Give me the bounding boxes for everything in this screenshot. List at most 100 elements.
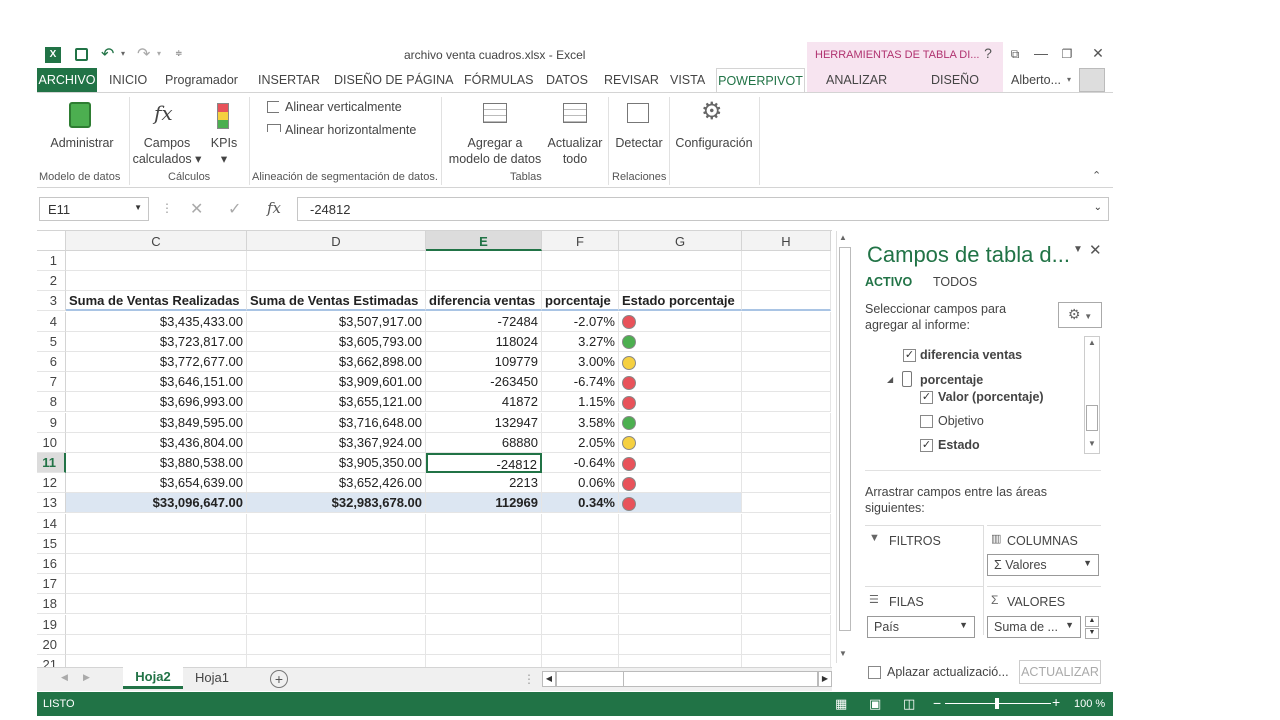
cell-e4[interactable]: -72484 xyxy=(426,311,542,332)
cell-c5[interactable]: $3,723,817.00 xyxy=(66,331,247,352)
cell-f4[interactable]: -2.07% xyxy=(542,311,619,332)
cell-c6[interactable]: $3,772,677.00 xyxy=(66,352,247,372)
cell-g14[interactable] xyxy=(619,513,742,534)
cell-d20[interactable] xyxy=(247,634,426,655)
cell-g3[interactable]: Estado porcentaje xyxy=(619,291,742,312)
cell-c13[interactable]: $33,096,647.00 xyxy=(66,493,247,514)
cell-f19[interactable] xyxy=(542,614,619,635)
row-header-14[interactable]: 14 xyxy=(37,513,66,534)
tab-insertar[interactable]: INSERTAR xyxy=(258,73,320,87)
ribbon-display-icon[interactable]: ⧉ xyxy=(1005,47,1025,62)
cell-e12[interactable]: 2213 xyxy=(426,473,542,494)
cell-c15[interactable] xyxy=(66,533,247,554)
row-header-6[interactable]: 6 xyxy=(37,352,66,372)
tab-split-handle[interactable]: ⋮ xyxy=(523,672,535,686)
scroll-down-icon[interactable]: ▼ xyxy=(839,649,847,658)
valores-column-chip[interactable]: Σ Valores ▼ xyxy=(987,554,1099,576)
row-header-10[interactable]: 10 xyxy=(37,432,66,453)
user-name[interactable]: Alberto... xyxy=(1011,73,1061,87)
redo-icon[interactable]: ↷ xyxy=(137,44,150,64)
restore-icon[interactable]: ❐ xyxy=(1057,47,1077,61)
field-list-settings-button[interactable]: ⚙ ▼ xyxy=(1058,302,1102,328)
cell-e8[interactable]: 41872 xyxy=(426,392,542,413)
tab-revisar[interactable]: REVISAR xyxy=(604,73,659,87)
tab-vista[interactable]: VISTA xyxy=(670,73,705,87)
cell-g5[interactable] xyxy=(619,331,742,352)
tab-inicio[interactable]: INICIO xyxy=(109,73,147,87)
col-header-f[interactable]: F xyxy=(542,231,619,251)
col-header-g[interactable]: G xyxy=(619,231,742,251)
cell-e10[interactable]: 68880 xyxy=(426,432,542,453)
row-header-15[interactable]: 15 xyxy=(37,533,66,554)
cell-d19[interactable] xyxy=(247,614,426,635)
actualizar-todo-button[interactable]: Actualizar todo xyxy=(545,135,605,167)
pane-tab-todos[interactable]: TODOS xyxy=(933,275,977,289)
value-scroll-up-icon[interactable]: ▲ xyxy=(1085,616,1099,627)
cell-g2[interactable] xyxy=(619,271,742,292)
cell-e15[interactable] xyxy=(426,533,542,554)
tab-datos[interactable]: DATOS xyxy=(546,73,588,87)
cell-c14[interactable] xyxy=(66,513,247,534)
customize-qat-icon[interactable]: ≑ xyxy=(175,48,183,59)
administrar-button[interactable]: Administrar xyxy=(47,135,117,151)
col-header-e[interactable]: E xyxy=(426,231,542,251)
cell-g10[interactable] xyxy=(619,432,742,453)
cell-f16[interactable] xyxy=(542,554,619,574)
field-scroll-up-icon[interactable]: ▲ xyxy=(1088,338,1096,347)
tab-formulas[interactable]: FÓRMULAS xyxy=(464,73,533,87)
cell-d14[interactable] xyxy=(247,513,426,534)
actualizar-button[interactable]: ACTUALIZAR xyxy=(1019,660,1101,684)
enter-icon[interactable]: ✓ xyxy=(228,199,241,219)
cell-d3[interactable]: Suma de Ventas Estimadas xyxy=(247,291,426,312)
cell-g1[interactable] xyxy=(619,251,742,271)
pane-options-icon[interactable]: ▼ xyxy=(1073,244,1083,255)
cell-h10[interactable] xyxy=(742,432,831,453)
zoom-in-icon[interactable]: + xyxy=(1052,694,1060,710)
cell-e7[interactable]: -263450 xyxy=(426,372,542,393)
cell-f18[interactable] xyxy=(542,594,619,615)
cell-c3[interactable]: Suma de Ventas Realizadas xyxy=(66,291,247,312)
col-header-h[interactable]: H xyxy=(742,231,831,251)
cell-f13[interactable]: 0.34% xyxy=(542,493,619,514)
cell-e9[interactable]: 132947 xyxy=(426,412,542,433)
checkbox-diferencia[interactable]: ✓ xyxy=(903,349,916,362)
checkbox-valor[interactable]: ✓ xyxy=(920,391,933,404)
hscroll-right-icon[interactable]: ▶ xyxy=(818,671,832,687)
col-header-c[interactable]: C xyxy=(66,231,247,251)
cell-e13[interactable]: 112969 xyxy=(426,493,542,514)
cell-c18[interactable] xyxy=(66,594,247,615)
cell-f20[interactable] xyxy=(542,634,619,655)
cell-g13[interactable] xyxy=(619,493,742,514)
horizontal-scrollbar[interactable] xyxy=(556,671,818,687)
close-icon[interactable]: ✕ xyxy=(1088,45,1108,62)
row-header-2[interactable]: 2 xyxy=(37,271,66,292)
sheet-tab-hoja2[interactable]: Hoja2 xyxy=(123,667,183,689)
tab-analizar[interactable]: ANALIZAR xyxy=(826,73,887,87)
cell-g6[interactable] xyxy=(619,352,742,372)
cell-c9[interactable]: $3,849,595.00 xyxy=(66,412,247,433)
scroll-thumb[interactable] xyxy=(839,247,851,631)
cell-e17[interactable] xyxy=(426,574,542,595)
field-list-scrollbar[interactable]: ▲ ▼ xyxy=(1084,336,1100,454)
tab-archivo[interactable]: ARCHIVO xyxy=(37,68,97,92)
row-header-5[interactable]: 5 xyxy=(37,331,66,352)
cell-h14[interactable] xyxy=(742,513,831,534)
cell-g16[interactable] xyxy=(619,554,742,574)
cell-f5[interactable]: 3.27% xyxy=(542,331,619,352)
pais-row-chip[interactable]: País ▼ xyxy=(867,616,975,638)
cell-h12[interactable] xyxy=(742,473,831,494)
field-scroll-down-icon[interactable]: ▼ xyxy=(1088,439,1096,448)
undo-dropdown-icon[interactable]: ▾ xyxy=(121,49,125,58)
cell-c12[interactable]: $3,654,639.00 xyxy=(66,473,247,494)
row-header-1[interactable]: 1 xyxy=(37,251,66,271)
zoom-slider-thumb[interactable] xyxy=(995,698,999,709)
scroll-up-icon[interactable]: ▲ xyxy=(839,233,847,242)
cell-d18[interactable] xyxy=(247,594,426,615)
checkbox-objetivo[interactable] xyxy=(920,415,933,428)
worksheet-grid[interactable]: C D E F G H 1 2 3 Suma de Ventas Realizadas… xyxy=(37,230,852,675)
name-box[interactable]: E11 ▼ xyxy=(39,197,149,221)
cell-f7[interactable]: -6.74% xyxy=(542,372,619,393)
cell-g9[interactable] xyxy=(619,412,742,433)
cell-h9[interactable] xyxy=(742,412,831,433)
row-header-20[interactable]: 20 xyxy=(37,634,66,655)
